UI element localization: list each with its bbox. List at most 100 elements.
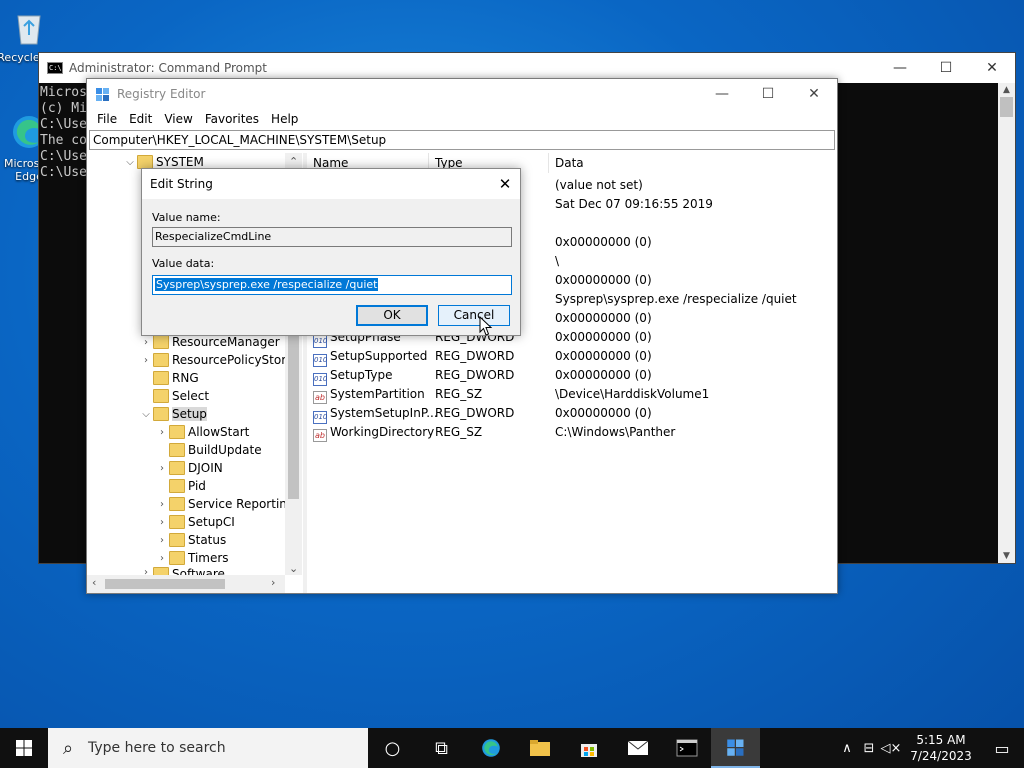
scroll-right-icon[interactable]: › [271, 576, 275, 589]
value-type: REG_SZ [435, 387, 483, 401]
mail-icon [627, 740, 648, 755]
start-button[interactable] [0, 728, 48, 768]
expand-icon[interactable]: ⌵ [139, 409, 153, 420]
menu-file[interactable]: File [91, 112, 123, 126]
tree-item-buildupdate[interactable]: BuildUpdate [155, 441, 262, 459]
tree-item-status[interactable]: › Status [155, 531, 226, 549]
tree-item-label: Pid [188, 479, 206, 493]
value-name: SetupSupported [330, 349, 428, 363]
scroll-down-icon[interactable]: ▼ [998, 551, 1015, 561]
taskbar-command-prompt[interactable] [662, 728, 711, 768]
clock[interactable]: 5:15 AM 7/24/2023 [902, 732, 980, 764]
taskbar-store[interactable] [564, 728, 613, 768]
tree-item-timers[interactable]: › Timers [155, 549, 229, 567]
tree-item-djoin[interactable]: › DJOIN [155, 459, 223, 477]
cortana-circle-icon: ○ [384, 737, 401, 759]
taskbar-search-box[interactable]: ⌕ Type here to search [48, 728, 368, 768]
task-view-button[interactable]: ⧉ [417, 728, 466, 768]
edit-string-dialog[interactable]: Edit String ✕ Value name: RespecializeCm… [141, 168, 521, 336]
value-data: 0x00000000 (0) [555, 273, 652, 287]
tree-item-setup[interactable]: ⌵ Setup [139, 405, 207, 423]
tree-item-label: ResourcePolicyStore [172, 353, 294, 367]
taskbar-mail[interactable] [613, 728, 662, 768]
table-row[interactable]: ab WorkingDirectory REG_SZ C:\Windows\Panth… [307, 424, 837, 443]
scroll-thumb[interactable] [105, 579, 225, 589]
scroll-thumb[interactable] [1000, 97, 1013, 117]
chevron-up-icon[interactable]: ∧ [836, 741, 858, 756]
value-data-input[interactable]: Sysprep\sysprep.exe /respecialize /quiet [152, 275, 512, 295]
regedit-title: Registry Editor [117, 87, 206, 101]
menu-favorites[interactable]: Favorites [199, 112, 265, 126]
file-explorer-icon [529, 740, 550, 756]
expand-icon[interactable]: › [155, 463, 169, 474]
cancel-button[interactable]: Cancel [438, 305, 510, 326]
string-value-icon: ab [313, 429, 327, 442]
taskbar-file-explorer[interactable] [515, 728, 564, 768]
scroll-left-icon[interactable]: ‹ [92, 576, 96, 589]
expand-icon[interactable]: › [139, 337, 153, 348]
value-data-label: Value data: [152, 257, 215, 270]
tree-item-rng[interactable]: RNG [139, 369, 199, 387]
expand-icon[interactable]: › [155, 553, 169, 564]
value-data: 0x00000000 (0) [555, 330, 652, 344]
tree-item-label: RNG [172, 371, 199, 385]
scroll-up-icon[interactable]: ▲ [998, 85, 1015, 95]
tree-item-service-reporting[interactable]: › Service Reporting [155, 495, 295, 513]
expand-icon[interactable]: › [155, 427, 169, 438]
menu-help[interactable]: Help [265, 112, 304, 126]
table-row[interactable]: 010 SystemSetupInP... REG_DWORD 0x00000000 … [307, 405, 837, 424]
cmd-icon: C:\. [47, 62, 66, 74]
tree-item-label: BuildUpdate [188, 443, 262, 457]
tree-item-allowstart[interactable]: › AllowStart [155, 423, 249, 441]
cmd-scrollbar[interactable]: ▲ ▼ [998, 83, 1015, 563]
edge-icon [481, 739, 500, 757]
value-name: SetupType [330, 368, 393, 382]
menu-view[interactable]: View [158, 112, 198, 126]
ok-button[interactable]: OK [356, 305, 428, 326]
minimize-button[interactable]: — [877, 60, 923, 76]
network-icon[interactable]: ⊟ [858, 741, 880, 756]
expand-icon[interactable]: › [139, 355, 153, 366]
table-row[interactable]: 010 SetupSupported REG_DWORD 0x00000000 (0) [307, 348, 837, 367]
value-type: REG_DWORD [435, 349, 515, 363]
expand-icon[interactable]: › [155, 517, 169, 528]
maximize-button[interactable]: ☐ [923, 60, 969, 76]
close-button[interactable]: ✕ [969, 60, 1015, 76]
tree-item-label: SetupCI [188, 515, 235, 529]
tree-item-label: SYSTEM [156, 155, 204, 169]
notification-icon[interactable]: ▭ [980, 739, 1024, 758]
value-data: \Device\HarddiskVolume1 [555, 387, 710, 401]
dialog-body: Value name: RespecializeCmdLine Value da… [142, 199, 520, 335]
dialog-close-button[interactable]: ✕ [490, 175, 520, 193]
tree-item-setupci[interactable]: › SetupCI [155, 513, 235, 531]
minimize-button[interactable]: — [699, 86, 745, 102]
maximize-button[interactable]: ☐ [745, 86, 791, 102]
expand-icon[interactable]: › [155, 499, 169, 510]
taskbar-edge[interactable] [466, 728, 515, 768]
tree-item-resourcepolicystore[interactable]: › ResourcePolicyStore [139, 351, 293, 369]
expand-icon[interactable]: › [155, 535, 169, 546]
cortana-button[interactable]: ○ [368, 728, 417, 768]
dialog-titlebar[interactable]: Edit String ✕ [142, 169, 520, 199]
tree-item-select[interactable]: Select [139, 387, 209, 405]
close-button[interactable]: ✕ [791, 86, 837, 102]
regedit-icon [96, 88, 109, 101]
folder-icon [169, 497, 185, 511]
value-name-field: RespecializeCmdLine [152, 227, 512, 247]
table-row[interactable]: ab SystemPartition REG_SZ \Device\HarddiskV… [307, 386, 837, 405]
registry-editor-window[interactable]: Registry Editor — ☐ ✕ File Edit View Fav… [86, 78, 838, 594]
regedit-titlebar[interactable]: Registry Editor — ☐ ✕ [87, 79, 837, 109]
expand-icon[interactable]: ⌵ [123, 157, 137, 168]
scroll-down-icon[interactable]: ⌄ [289, 562, 298, 575]
tree-item-pid[interactable]: Pid [155, 477, 206, 495]
value-name-label: Value name: [152, 211, 221, 224]
taskbar-registry-editor[interactable] [711, 728, 760, 768]
volume-muted-icon[interactable]: ◁× [880, 741, 902, 756]
tree-horizontal-scrollbar[interactable]: ‹ › [87, 575, 285, 593]
menu-edit[interactable]: Edit [123, 112, 158, 126]
folder-icon [153, 389, 169, 403]
address-bar[interactable]: Computer\HKEY_LOCAL_MACHINE\SYSTEM\Setup [89, 130, 835, 150]
scroll-up-icon[interactable]: ⌃ [289, 155, 298, 168]
table-row[interactable]: 010 SetupType REG_DWORD 0x00000000 (0) [307, 367, 837, 386]
column-header-data[interactable]: Data [549, 153, 837, 173]
